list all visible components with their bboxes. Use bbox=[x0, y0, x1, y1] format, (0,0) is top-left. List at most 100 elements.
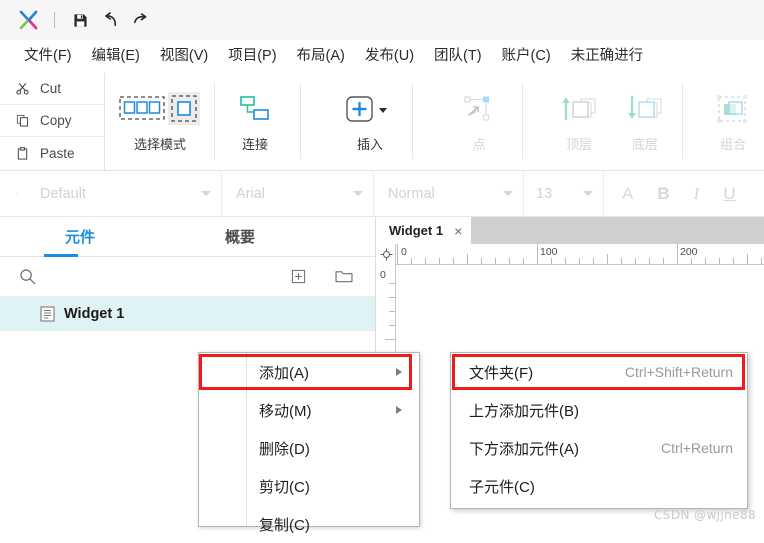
copy-label: Copy bbox=[40, 113, 72, 128]
tab-outline[interactable]: 概要 bbox=[160, 217, 320, 256]
toolbar-divider-5 bbox=[682, 83, 683, 159]
point-button[interactable]: 点 bbox=[446, 77, 512, 166]
search-icon[interactable] bbox=[14, 264, 40, 290]
select-mode-button[interactable]: 选择模式 bbox=[110, 77, 210, 166]
axure-application-window: 文件(F) 编辑(E) 视图(V) 项目(P) 布局(A) 发布(U) 团队(T… bbox=[0, 0, 764, 534]
origin-crosshair-icon bbox=[379, 248, 393, 261]
menu-team[interactable]: 团队(T) bbox=[424, 40, 492, 73]
sub-child[interactable]: 子元件(C) bbox=[451, 467, 747, 505]
copy-command[interactable]: Copy bbox=[0, 105, 104, 137]
ruler-h-label-0: 0 bbox=[401, 246, 407, 258]
connect-button[interactable]: 连接 bbox=[222, 77, 288, 166]
undo-icon bbox=[104, 11, 116, 26]
watermark-text: CSDN @wjjne88 bbox=[654, 508, 756, 522]
document-tab-widget-1[interactable]: Widget 1 × bbox=[377, 217, 472, 244]
ctx-delete-label: 删除(D) bbox=[259, 440, 310, 458]
add-page-icon[interactable] bbox=[285, 264, 311, 290]
menu-file[interactable]: 文件(F) bbox=[14, 40, 82, 73]
arrow-up-layers-icon bbox=[559, 87, 599, 131]
menu-view[interactable]: 视图(V) bbox=[150, 40, 218, 73]
ctx-delete[interactable]: 删除(D) bbox=[199, 429, 419, 467]
font-select[interactable]: Arial bbox=[222, 170, 374, 217]
copy-icon bbox=[14, 114, 31, 127]
group-icon bbox=[715, 87, 751, 131]
sub-add-above-label: 上方添加元件(B) bbox=[469, 402, 579, 420]
chevron-down-icon bbox=[201, 191, 211, 196]
text-color-button[interactable]: A bbox=[604, 184, 645, 204]
sub-folder-label: 文件夹(F) bbox=[469, 364, 534, 382]
insert-button[interactable]: 插入 bbox=[330, 77, 410, 166]
horizontal-ruler[interactable]: 0 100 200 bbox=[377, 244, 764, 265]
tab-widgets[interactable]: 元件 bbox=[0, 217, 160, 257]
ctx-add-label: 添加(A) bbox=[259, 364, 309, 382]
undo-button[interactable] bbox=[95, 6, 125, 34]
chevron-down-icon bbox=[353, 191, 363, 196]
ctx-cut[interactable]: 剪切(C) bbox=[199, 467, 419, 505]
document-tab-label: Widget 1 bbox=[389, 223, 444, 238]
clipboard-group: Cut Copy Paste bbox=[0, 73, 105, 170]
format-toolbar: Default Arial Normal 13 A B I U bbox=[0, 170, 764, 217]
tree-item-widget-1[interactable]: Widget 1 bbox=[0, 297, 375, 331]
style-select[interactable]: Default bbox=[18, 170, 222, 217]
font-weight-select[interactable]: Normal bbox=[374, 170, 524, 217]
toolbar-divider-2 bbox=[300, 83, 301, 159]
save-button[interactable] bbox=[65, 6, 95, 34]
redo-button[interactable] bbox=[125, 6, 155, 34]
ruler-h-label-100: 100 bbox=[540, 246, 558, 258]
menu-layout[interactable]: 布局(A) bbox=[287, 40, 355, 73]
menu-bar: 文件(F) 编辑(E) 视图(V) 项目(P) 布局(A) 发布(U) 团队(T… bbox=[0, 40, 764, 73]
toolbar-divider-4 bbox=[522, 83, 523, 159]
main-toolbar: Cut Copy Paste 选择模式 连接 插入 点 顶层 底层 组合 bbox=[0, 73, 764, 171]
scissors-icon bbox=[14, 82, 31, 95]
left-panel-tabs: 元件 概要 bbox=[0, 217, 375, 257]
selection-mode-icon bbox=[119, 87, 201, 131]
ruler-origin[interactable] bbox=[377, 244, 396, 265]
menu-publish[interactable]: 发布(U) bbox=[355, 40, 424, 73]
add-submenu: 文件夹(F) Ctrl+Shift+Return 上方添加元件(B) 下方添加元… bbox=[450, 352, 748, 509]
ctx-move-label: 移动(M) bbox=[259, 402, 312, 420]
ctx-move[interactable]: 移动(M) bbox=[199, 391, 419, 429]
send-to-back-button[interactable]: 底层 bbox=[612, 77, 678, 166]
paste-command[interactable]: Paste bbox=[0, 137, 104, 169]
menu-edit[interactable]: 编辑(E) bbox=[82, 40, 150, 73]
weight-value: Normal bbox=[388, 185, 435, 202]
bold-button[interactable]: B bbox=[645, 184, 681, 204]
ctx-copy[interactable]: 复制(C) bbox=[199, 505, 419, 543]
sub-add-below-shortcut: Ctrl+Return bbox=[661, 440, 733, 456]
close-icon[interactable]: × bbox=[454, 223, 462, 239]
underline-button[interactable]: U bbox=[711, 184, 747, 204]
clipboard-icon bbox=[14, 146, 31, 160]
ctx-add[interactable]: 添加(A) bbox=[199, 353, 419, 391]
folder-icon[interactable] bbox=[331, 264, 357, 290]
chevron-right-icon bbox=[396, 406, 402, 414]
sub-folder[interactable]: 文件夹(F) Ctrl+Shift+Return bbox=[451, 353, 747, 391]
bring-to-front-label: 顶层 bbox=[565, 137, 592, 152]
sub-add-above[interactable]: 上方添加元件(B) bbox=[451, 391, 747, 429]
plus-box-icon bbox=[343, 87, 397, 131]
chevron-down-icon bbox=[583, 191, 593, 196]
send-to-back-label: 底层 bbox=[631, 137, 658, 152]
toolbar-divider-3 bbox=[412, 83, 413, 159]
menu-project[interactable]: 项目(P) bbox=[218, 40, 286, 73]
point-label: 点 bbox=[472, 137, 486, 152]
group-button[interactable]: 组合 bbox=[700, 77, 764, 166]
cut-label: Cut bbox=[40, 81, 62, 96]
menu-account[interactable]: 账户(C) bbox=[492, 40, 561, 73]
bring-to-front-button[interactable]: 顶层 bbox=[546, 77, 612, 166]
document-tabstrip: Widget 1 × bbox=[377, 217, 764, 244]
sub-add-below[interactable]: 下方添加元件(A) Ctrl+Return bbox=[451, 429, 747, 467]
insert-label: 插入 bbox=[356, 137, 383, 152]
menu-status[interactable]: 未正确进行 bbox=[561, 40, 654, 73]
cut-command[interactable]: Cut bbox=[0, 73, 104, 105]
sub-child-label: 子元件(C) bbox=[469, 478, 535, 496]
ruler-h-label-200: 200 bbox=[680, 246, 698, 258]
tab-outline-label: 概要 bbox=[224, 229, 255, 246]
text-format-group: A B I U bbox=[604, 171, 748, 217]
style-edit-icon[interactable] bbox=[0, 171, 18, 217]
font-size-select[interactable]: 13 bbox=[524, 170, 604, 217]
ruler-v-label-0: 0 bbox=[380, 269, 386, 281]
axure-x-logo-icon bbox=[16, 7, 42, 33]
italic-button[interactable]: I bbox=[682, 184, 712, 204]
chevron-right-icon bbox=[396, 368, 402, 376]
arrow-down-layers-icon bbox=[625, 87, 665, 131]
